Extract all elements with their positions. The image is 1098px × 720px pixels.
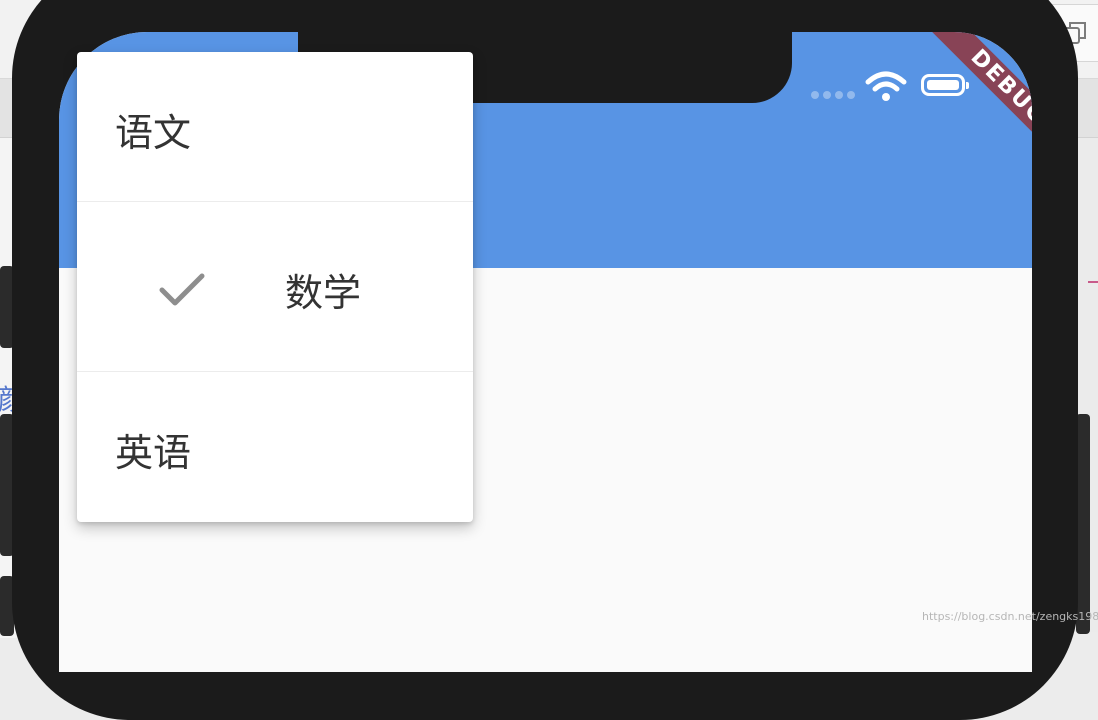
host-accent-line bbox=[1088, 281, 1098, 283]
check-icon bbox=[159, 273, 205, 306]
battery-icon bbox=[921, 74, 969, 96]
menu-item-math[interactable]: 数学 bbox=[77, 202, 473, 372]
menu-item-label: 数学 bbox=[285, 271, 362, 315]
watermark: https://blog.csdn.net/zengks1987 bbox=[922, 610, 1098, 623]
popup-menu: 语文 数学 英语 bbox=[77, 52, 473, 522]
signal-dots-icon bbox=[811, 91, 855, 99]
menu-item-chinese[interactable]: 语文 bbox=[77, 52, 473, 202]
wifi-icon bbox=[865, 71, 907, 101]
menu-item-label: 英语 bbox=[115, 431, 192, 475]
phone-power-button bbox=[1076, 414, 1090, 634]
menu-item-english[interactable]: 英语 bbox=[77, 372, 473, 522]
menu-item-label: 语文 bbox=[115, 111, 192, 155]
